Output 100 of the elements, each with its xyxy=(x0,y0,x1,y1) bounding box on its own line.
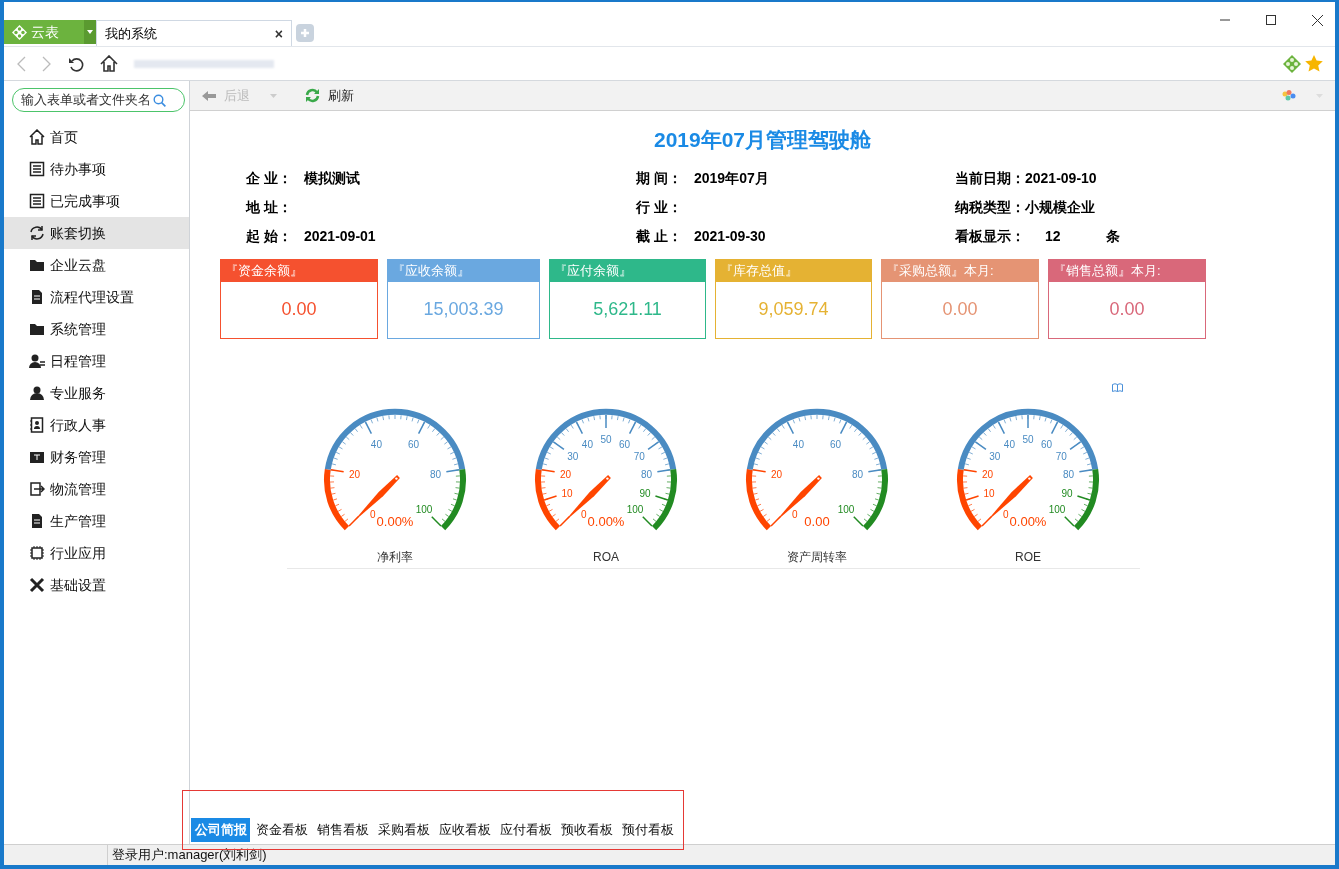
list-icon xyxy=(29,193,45,209)
gauge-reading: 0.00% xyxy=(376,513,414,529)
star-icon[interactable] xyxy=(1305,55,1323,72)
home-icon xyxy=(29,129,45,145)
tick-label: 60 xyxy=(830,438,842,449)
document-icon xyxy=(29,513,45,529)
tick-label: 60 xyxy=(619,438,631,449)
sidebar-item[interactable]: 生产管理 xyxy=(4,505,189,537)
sidebar-item[interactable]: 首页 xyxy=(4,121,189,153)
chip-icon xyxy=(29,545,45,561)
sidebar-item[interactable]: 已完成事项 xyxy=(4,185,189,217)
sidebar-item[interactable]: 行业应用 xyxy=(4,537,189,569)
card-value: 0.00 xyxy=(1108,298,1146,321)
card-value: 15,003.39 xyxy=(422,298,505,321)
field-label: 当前日期： xyxy=(955,168,1025,188)
new-tab-button[interactable] xyxy=(296,24,314,42)
search-icon xyxy=(153,93,166,107)
board-tab[interactable]: 采购看板 xyxy=(374,818,433,842)
field-value: 12 xyxy=(1045,226,1061,246)
tick-label: 30 xyxy=(567,450,579,462)
close-button[interactable] xyxy=(1309,12,1325,28)
sidebar-item[interactable]: 日程管理 xyxy=(4,345,189,377)
tick-label: 80 xyxy=(1062,468,1075,480)
sidebar-item[interactable]: 基础设置 xyxy=(4,569,189,601)
sidebar-item[interactable]: 待办事项 xyxy=(4,153,189,185)
contact-card-icon xyxy=(29,417,45,433)
maximize-icon xyxy=(1266,15,1276,25)
board-tab[interactable]: 资金看板 xyxy=(252,818,311,842)
wallet-icon xyxy=(29,449,45,465)
forward-icon[interactable] xyxy=(42,55,52,72)
board-tab[interactable]: 应付看板 xyxy=(496,818,555,842)
board-tab[interactable]: 销售看板 xyxy=(313,818,372,842)
board-tab[interactable]: 预付看板 xyxy=(618,818,677,842)
sidebar-item[interactable]: 系统管理 xyxy=(4,313,189,345)
tick-label: 50 xyxy=(1022,433,1034,445)
tick-label: 10 xyxy=(983,487,995,499)
tick-label: 100 xyxy=(626,503,644,515)
diamond-logo-icon[interactable] xyxy=(1283,54,1301,73)
home-icon[interactable] xyxy=(100,55,118,72)
dropdown-button[interactable] xyxy=(84,20,96,44)
field-label: 期 间： xyxy=(636,168,683,188)
board-tab[interactable]: 预收看板 xyxy=(557,818,616,842)
tick-label: 20 xyxy=(348,468,361,480)
tick-label: 20 xyxy=(981,468,994,480)
card-value: 5,621.11 xyxy=(592,298,663,321)
tick-label: 100 xyxy=(1048,503,1066,515)
sidebar-item[interactable]: 物流管理 xyxy=(4,473,189,505)
list-icon xyxy=(29,161,45,177)
sidebar-item[interactable]: 流程代理设置 xyxy=(4,281,189,313)
tick-label: 80 xyxy=(640,468,653,480)
tick-label: 20 xyxy=(770,468,783,480)
refresh-button[interactable]: 刷新 xyxy=(301,84,358,107)
card-header: 『应收余额』 xyxy=(388,259,539,282)
field-value: 模拟测试 xyxy=(304,168,360,188)
sidebar-item[interactable]: 企业云盘 xyxy=(4,249,189,281)
tick-label: 0 xyxy=(581,508,587,520)
close-icon xyxy=(1311,14,1323,26)
document-icon xyxy=(29,289,45,305)
refresh-icon xyxy=(29,225,45,241)
tick-label: 70 xyxy=(633,450,645,462)
dots-icon[interactable] xyxy=(1282,90,1296,101)
gauge-reading: 0.00 xyxy=(804,513,830,529)
minimize-icon xyxy=(1220,19,1230,21)
card-value: 9,059.74 xyxy=(757,298,830,321)
field-label: 截 止： xyxy=(636,226,683,246)
back-icon[interactable] xyxy=(16,55,26,72)
sidebar-item[interactable]: 账套切换 xyxy=(4,217,189,249)
browser-tab[interactable]: 我的系统 × xyxy=(96,20,292,46)
sidebar-item[interactable]: 行政人事 xyxy=(4,409,189,441)
tick-label: 40 xyxy=(792,438,804,449)
tick-label: 20 xyxy=(559,468,572,480)
maximize-button[interactable] xyxy=(1263,12,1279,28)
reload-icon[interactable] xyxy=(68,55,84,72)
tick-label: 90 xyxy=(639,487,651,499)
arrow-box-icon xyxy=(29,481,45,497)
field-value: 小规模企业 xyxy=(1025,197,1095,217)
card-header: 『资金余额』 xyxy=(221,259,377,282)
card-header: 『采购总额』本月: xyxy=(882,259,1038,282)
tick-label: 100 xyxy=(415,503,433,515)
field-label: 看板显示： xyxy=(955,226,1025,246)
tick-label: 80 xyxy=(851,468,864,480)
sidebar-item[interactable]: 财务管理 xyxy=(4,441,189,473)
field-label: 地 址： xyxy=(246,197,293,217)
address-field[interactable] xyxy=(134,59,274,68)
gauge-label: 净利率 xyxy=(377,548,413,566)
board-tab[interactable]: 公司简报 xyxy=(191,818,250,842)
page-title: 2019年07月管理驾驶舱 xyxy=(652,127,873,153)
sidebar-item[interactable]: 专业服务 xyxy=(4,377,189,409)
left-arrow-icon xyxy=(202,90,216,101)
card-header: 『应付余额』 xyxy=(550,259,705,282)
tick-label: 40 xyxy=(370,438,382,449)
book-icon[interactable] xyxy=(1112,382,1123,392)
gauge-reading: 0.00% xyxy=(1009,513,1047,529)
board-tab[interactable]: 应收看板 xyxy=(435,818,494,842)
tab-title: 我的系统 xyxy=(105,24,157,43)
caret-icon xyxy=(270,93,277,98)
close-tab-button[interactable]: × xyxy=(274,26,283,41)
card-value: 0.00 xyxy=(280,298,318,321)
tick-label: 30 xyxy=(989,450,1001,462)
field-value: 2019年07月 xyxy=(694,168,769,188)
